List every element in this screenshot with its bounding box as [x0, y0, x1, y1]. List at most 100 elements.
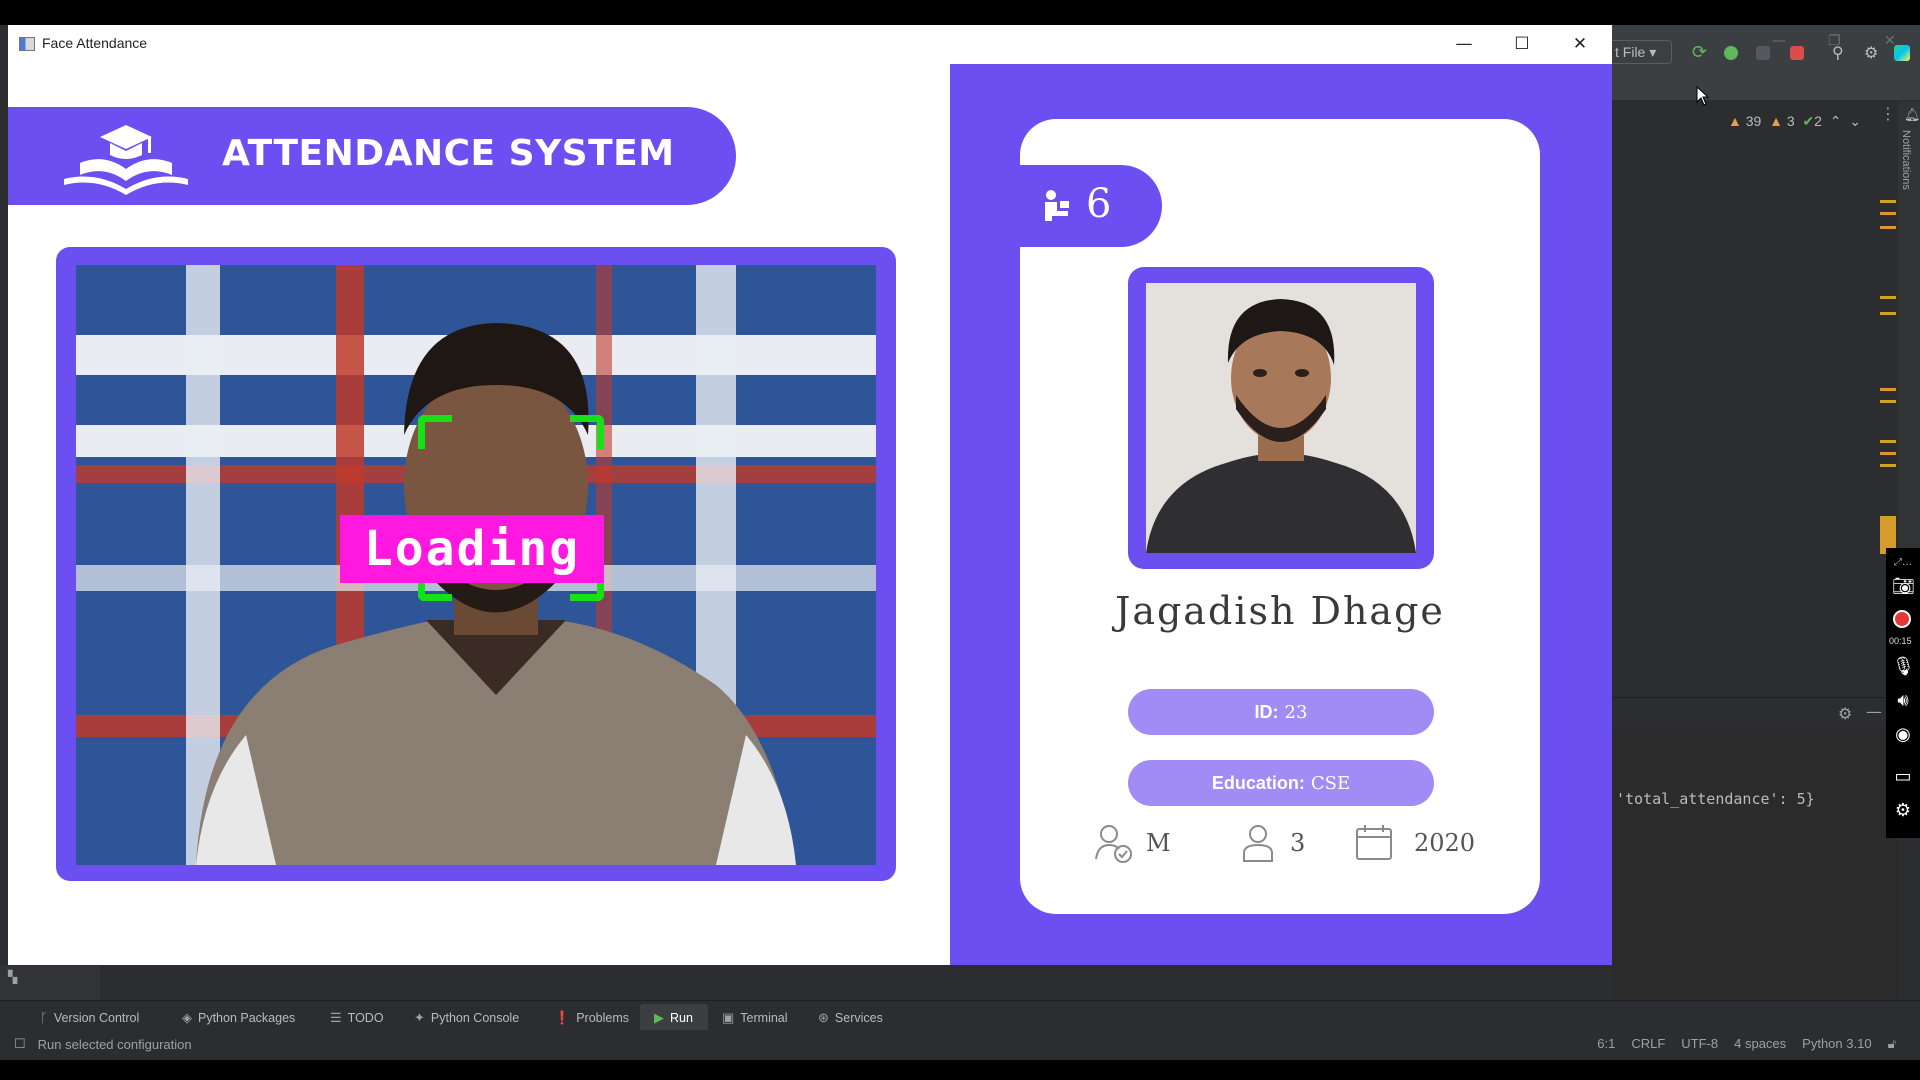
status-widgets: 6:1 CRLF UTF-8 4 spaces Python 3.10 🔓︎: [1597, 1036, 1896, 1052]
line-separator[interactable]: CRLF: [1631, 1036, 1665, 1052]
student-name: Jagadish Dhage: [1115, 589, 1445, 633]
lock-icon[interactable]: 🔓︎: [1888, 1036, 1896, 1052]
run-panel-header: ⚙ —: [1612, 697, 1898, 729]
record-time: 00:15: [1889, 636, 1912, 646]
list-icon: ☰: [330, 1010, 342, 1025]
tab-services[interactable]: ⊛ Services: [818, 1010, 883, 1026]
status-message: Run selected configuration: [37, 1036, 192, 1052]
speaker-icon[interactable]: 🔊︎: [1892, 690, 1914, 712]
record-icon[interactable]: [1893, 610, 1911, 628]
student-photo: [1146, 283, 1416, 553]
year-info: 3: [1238, 821, 1305, 865]
recorder-settings-icon[interactable]: ⚙: [1892, 800, 1914, 822]
education-value: CSE: [1310, 773, 1351, 794]
jetbrains-logo-icon[interactable]: [1894, 45, 1910, 61]
graduation-book-icon: [64, 125, 188, 195]
notifications-label[interactable]: Notifications: [1900, 130, 1912, 190]
run-settings-icon[interactable]: ⚙: [1838, 704, 1852, 723]
ide-minimize-icon[interactable]: —: [1772, 33, 1786, 49]
mouse-cursor-icon: [1696, 86, 1710, 106]
total-attendance: 6: [1086, 181, 1112, 227]
microphone-icon[interactable]: 🎙︎: [1892, 656, 1915, 678]
next-highlight-icon[interactable]: ⌄: [1849, 113, 1861, 129]
run-hide-icon[interactable]: —: [1866, 702, 1882, 721]
status-message-area: ☐ Run selected configuration: [14, 1036, 192, 1052]
minimize-button[interactable]: —: [1443, 31, 1485, 57]
structure-icon[interactable]: ▚: [8, 970, 17, 984]
branch-icon: ᚴ: [40, 1010, 48, 1025]
services-icon: ⊛: [818, 1010, 829, 1025]
webcam-icon[interactable]: ◉: [1892, 724, 1914, 746]
file-encoding[interactable]: UTF-8: [1681, 1036, 1718, 1052]
student-id-pill: ID: 23: [1128, 689, 1434, 735]
inspection-widget[interactable]: ▲ 39 ▲ 3 ✔2 ⌃ ⌄: [1728, 113, 1861, 130]
gender-info: M: [1094, 821, 1171, 865]
student-photo-frame: [1128, 267, 1434, 569]
face-status-label: Loading: [340, 515, 604, 583]
person-at-desk-icon: [1045, 190, 1069, 221]
tab-problems[interactable]: ❗ Problems: [554, 1010, 629, 1026]
student-card: 6 Jagadish Dhage ID: 23 Education: CSE M…: [1020, 119, 1540, 914]
window-title-bar: Face Attendance — ☐ ✕: [8, 25, 1612, 63]
close-button[interactable]: ✕: [1559, 31, 1601, 57]
run-config-select[interactable]: t File ▾: [1604, 40, 1672, 64]
alert-icon: ❗: [554, 1010, 571, 1025]
app-banner: ATTENDANCE SYSTEM: [8, 107, 736, 205]
tab-version-control[interactable]: ᚴ Version Control: [40, 1010, 139, 1025]
tab-python-packages[interactable]: ◈ Python Packages: [182, 1010, 295, 1026]
debug-icon[interactable]: [1724, 46, 1738, 60]
banner-title: ATTENDANCE SYSTEM: [222, 133, 675, 174]
left-gutter-bottom: ▚: [0, 966, 100, 1000]
tab-terminal[interactable]: ▣ Terminal: [722, 1010, 788, 1026]
stop-icon[interactable]: [1790, 46, 1804, 60]
run-icon: ▶: [654, 1010, 664, 1025]
maximize-button[interactable]: ☐: [1501, 31, 1543, 57]
camera-feed: Loading: [76, 265, 876, 865]
warning-count: 39: [1745, 113, 1762, 129]
prev-highlight-icon[interactable]: ⌃: [1830, 113, 1842, 129]
starting-year-info: 2020: [1354, 821, 1475, 865]
run-output-panel[interactable]: [1612, 730, 1898, 1030]
user-icon: [1243, 825, 1273, 862]
recorder-expand-icon[interactable]: ⤢…: [1892, 552, 1914, 574]
tab-run[interactable]: ▶ Run: [654, 1010, 693, 1026]
app-icon: [19, 37, 35, 51]
caret-position[interactable]: 6:1: [1597, 1036, 1615, 1052]
id-label: ID:: [1254, 702, 1279, 722]
camera-frame: Loading: [56, 247, 896, 881]
ide-editor[interactable]: [1612, 133, 1884, 693]
indent-setting[interactable]: 4 spaces: [1734, 1036, 1786, 1052]
coverage-icon[interactable]: [1756, 46, 1770, 60]
starting-year-value: 2020: [1414, 829, 1476, 857]
run-output-text: 'total_attendance': 5}: [1616, 790, 1815, 808]
console-icon: ✦: [414, 1010, 425, 1025]
weak-warning-icon: ▲: [1769, 113, 1783, 129]
camera-icon[interactable]: 📷︎: [1892, 576, 1915, 598]
search-icon[interactable]: ⚲: [1832, 44, 1850, 62]
student-panel: 6 Jagadish Dhage ID: 23 Education: CSE M…: [950, 64, 1612, 965]
user-check-icon: [1095, 825, 1132, 863]
error-stripe[interactable]: [1880, 200, 1896, 570]
face-attendance-window: Face Attendance — ☐ ✕ ATTENDANCE SYSTEM: [8, 25, 1612, 965]
student-portrait: [1146, 283, 1416, 553]
tab-todo[interactable]: ☰ TODO: [330, 1010, 384, 1026]
id-value: 23: [1284, 702, 1308, 723]
check-icon: ✔: [1802, 113, 1815, 129]
packages-icon: ◈: [182, 1010, 192, 1025]
education-label: Education:: [1211, 773, 1305, 793]
window-title: Face Attendance: [42, 35, 148, 51]
bell-icon[interactable]: 🔔︎: [1904, 108, 1920, 123]
weak-warning-count: 3: [1786, 113, 1795, 129]
window-icon[interactable]: ▭: [1892, 766, 1914, 788]
settings-icon[interactable]: ⚙: [1864, 44, 1882, 62]
gender-value: M: [1146, 829, 1171, 857]
ok-count: 2: [1814, 113, 1822, 129]
toggle-panels-icon[interactable]: ☐: [14, 1036, 26, 1052]
rerun-icon[interactable]: ⟳: [1692, 44, 1710, 62]
tab-python-console[interactable]: ✦ Python Console: [414, 1010, 519, 1026]
education-pill: Education: CSE: [1128, 760, 1434, 806]
calendar-icon: [1356, 825, 1392, 860]
attendance-count-badge: 6: [1020, 165, 1162, 247]
interpreter[interactable]: Python 3.10: [1802, 1036, 1871, 1052]
more-options-icon[interactable]: ⋮: [1880, 104, 1896, 123]
